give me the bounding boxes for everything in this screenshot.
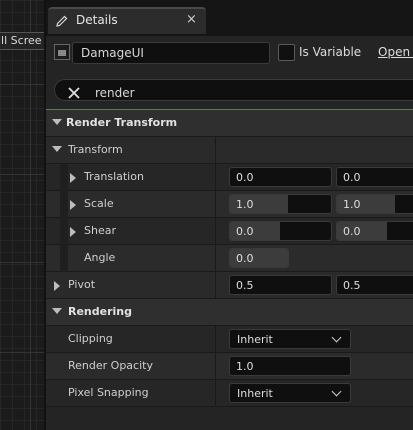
scale-y-field[interactable]: 1.0 xyxy=(336,194,413,214)
scale-x-field[interactable]: 1.0 xyxy=(229,194,332,214)
section-render-transform[interactable]: Render Transform xyxy=(46,110,413,137)
canvas-widget-label: ill Scree xyxy=(0,32,44,50)
widget-icon xyxy=(54,44,70,60)
shear-y-field[interactable]: 0.0 xyxy=(336,221,413,241)
is-variable-checkbox[interactable] xyxy=(278,44,295,61)
section-rendering[interactable]: Rendering xyxy=(46,299,413,326)
group-transform[interactable]: Transform xyxy=(46,137,413,164)
chevron-right-icon[interactable] xyxy=(70,227,76,237)
chevron-down-icon xyxy=(52,119,62,125)
canvas-grid-line xyxy=(0,352,44,353)
is-variable-label: Is Variable xyxy=(299,45,362,59)
pivot-y-field[interactable]: 0.5 xyxy=(336,275,413,295)
property-pixel-snapping: Pixel Snapping Inherit xyxy=(46,380,413,407)
tab-details[interactable]: Details × xyxy=(48,7,206,34)
tab-bar: Details × xyxy=(46,0,413,36)
search-value: render xyxy=(95,86,135,100)
canvas-grid-line xyxy=(0,262,44,263)
pivot-x-field[interactable]: 0.5 xyxy=(229,275,332,295)
chevron-down-icon xyxy=(52,146,62,152)
close-x-icon[interactable] xyxy=(67,86,81,100)
group-label: Transform xyxy=(68,143,123,156)
angle-field[interactable]: 0.0 xyxy=(229,248,289,268)
chevron-down-icon xyxy=(331,332,342,343)
property-label: Clipping xyxy=(68,332,113,345)
chevron-down-icon xyxy=(52,308,62,314)
close-icon[interactable]: × xyxy=(186,12,197,27)
chevron-right-icon[interactable] xyxy=(70,200,76,210)
property-clipping: Clipping Inherit xyxy=(46,326,413,353)
property-label: Render Opacity xyxy=(68,359,153,372)
canvas-grid-line xyxy=(0,174,44,175)
property-label: Scale xyxy=(84,197,114,210)
pixel-snapping-dropdown[interactable]: Inherit xyxy=(229,383,351,403)
property-label: Translation xyxy=(84,170,144,183)
canvas-grid-line xyxy=(30,0,31,430)
property-label: Angle xyxy=(84,251,116,264)
property-label: Shear xyxy=(84,224,116,237)
widget-name-input[interactable]: DamageUI xyxy=(72,42,270,64)
designer-canvas[interactable]: ill Scree xyxy=(0,0,44,430)
property-translation: Translation 0.0 0.0 xyxy=(46,164,413,191)
clipping-dropdown[interactable]: Inherit xyxy=(229,329,351,349)
section-label: Render Transform xyxy=(66,116,178,129)
render-opacity-field[interactable]: 1.0 xyxy=(229,356,351,376)
property-shear: Shear 0.0 0.0 xyxy=(46,218,413,245)
tab-title: Details xyxy=(76,13,118,27)
translation-y-field[interactable]: 0.0 xyxy=(336,167,413,187)
chevron-right-icon[interactable] xyxy=(70,173,76,183)
section-label: Rendering xyxy=(68,305,132,318)
property-label: Pivot xyxy=(68,278,96,291)
details-panel: Details × DamageUI Is Variable Open I re… xyxy=(44,0,413,430)
pencil-icon xyxy=(56,15,68,27)
widget-name-row: DamageUI Is Variable Open I xyxy=(48,38,413,68)
search-row: render xyxy=(48,76,413,104)
property-render-opacity: Render Opacity 1.0 xyxy=(46,353,413,380)
search-input[interactable]: render xyxy=(54,79,413,101)
property-list: Render Transform Transform Translation 0… xyxy=(46,109,413,407)
property-angle: Angle 0.0 xyxy=(46,245,413,272)
chevron-down-icon xyxy=(331,386,342,397)
translation-x-field[interactable]: 0.0 xyxy=(229,167,332,187)
shear-x-field[interactable]: 0.0 xyxy=(229,221,332,241)
open-link[interactable]: Open I xyxy=(378,45,413,59)
property-scale: Scale 1.0 1.0 xyxy=(46,191,413,218)
property-label: Pixel Snapping xyxy=(68,386,149,399)
canvas-grid-line xyxy=(0,84,44,85)
property-pivot: Pivot 0.5 0.5 xyxy=(46,272,413,299)
chevron-right-icon[interactable] xyxy=(54,281,60,291)
